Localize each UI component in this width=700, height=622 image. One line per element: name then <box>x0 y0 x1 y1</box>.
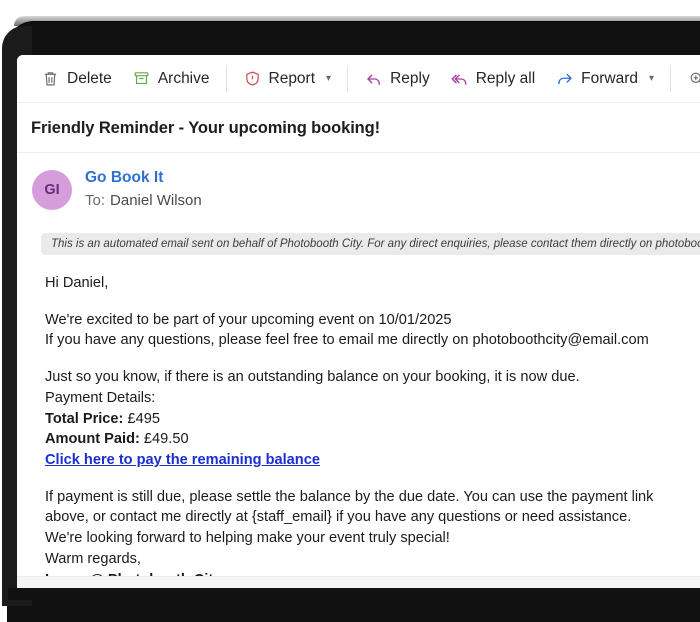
pay-link-row: Click here to pay the remaining balance <box>45 450 700 471</box>
toolbar-divider <box>670 65 672 92</box>
mail-toolbar: Delete Archive Report ▾ Reply Reply all … <box>17 55 700 103</box>
amount-paid-value: £49.50 <box>143 431 189 448</box>
subject-bar: Friendly Reminder - Your upcoming bookin… <box>17 103 700 153</box>
sender-details: Go Book It To: Daniel Wilson <box>85 167 202 213</box>
body-due-line-1: If payment is still due, please settle t… <box>45 488 654 505</box>
reply-icon <box>364 69 383 88</box>
trash-icon <box>41 69 60 88</box>
pay-remaining-balance-link[interactable]: Click here to pay the remaining balance <box>45 450 320 471</box>
sender-row: GI Go Book It To: Daniel Wilson <box>17 153 700 227</box>
toolbar-divider <box>225 65 227 92</box>
zoom-button[interactable]: Zoom <box>677 62 700 96</box>
chevron-down-icon[interactable]: ▾ <box>649 73 654 84</box>
delete-button-label: Delete <box>67 69 112 87</box>
body-closing-line: We're looking forward to helping make yo… <box>45 530 450 547</box>
body-due-line-2: above, or contact me directly at {staff_… <box>45 509 632 526</box>
recipient-name: Daniel Wilson <box>110 192 202 210</box>
forward-button-label: Forward <box>581 69 639 87</box>
amount-paid-row: Amount Paid: £49.50 <box>45 429 700 450</box>
report-button[interactable]: Report ▾ <box>233 62 342 96</box>
magnifier-plus-icon <box>687 69 700 88</box>
payment-details-heading: Payment Details: <box>45 389 156 406</box>
body-balance-line: Just so you know, if there is an outstan… <box>45 369 580 386</box>
total-price-value: £495 <box>127 410 160 427</box>
total-price-label: Total Price: <box>45 410 124 427</box>
reply-button[interactable]: Reply <box>354 62 440 96</box>
sender-name[interactable]: Go Book It <box>85 167 202 189</box>
automated-email-notice: This is an automated email sent on behal… <box>41 232 700 255</box>
forward-arrow-icon <box>555 69 574 88</box>
reply-all-icon <box>450 69 469 88</box>
report-button-label: Report <box>268 69 316 87</box>
reply-all-button-label: Reply all <box>475 69 536 87</box>
chevron-down-icon[interactable]: ▾ <box>326 73 331 84</box>
avatar: GI <box>32 169 72 210</box>
body-greeting: Hi Daniel, <box>45 274 109 291</box>
reply-button-label: Reply <box>390 69 430 87</box>
body-event-line: We're excited to be part of your upcomin… <box>45 311 452 328</box>
recipient-line: To: Daniel Wilson <box>85 190 202 213</box>
forward-button[interactable]: Forward ▾ <box>545 62 664 96</box>
email-subject: Friendly Reminder - Your upcoming bookin… <box>31 119 381 137</box>
toolbar-divider <box>347 65 349 92</box>
archive-button-label: Archive <box>157 69 210 87</box>
email-body: Hi Daniel, We're excited to be part of y… <box>17 255 700 576</box>
archive-icon <box>132 69 151 88</box>
recipient-label: To: <box>85 192 106 210</box>
body-sign-off: Warm regards, <box>45 550 141 567</box>
archive-button[interactable]: Archive <box>122 62 220 96</box>
total-price-row: Total Price: £495 <box>45 409 700 430</box>
reply-all-button[interactable]: Reply all <box>440 62 545 96</box>
mail-reading-pane: Delete Archive Report ▾ Reply Reply all … <box>17 55 700 576</box>
delete-button[interactable]: Delete <box>31 62 122 96</box>
shield-alert-icon <box>243 69 262 88</box>
device-bezel-bottom <box>8 588 700 600</box>
body-questions-line: If you have any questions, please feel f… <box>45 332 649 349</box>
window-footer-strip <box>17 576 700 588</box>
amount-paid-label: Amount Paid: <box>45 431 140 448</box>
